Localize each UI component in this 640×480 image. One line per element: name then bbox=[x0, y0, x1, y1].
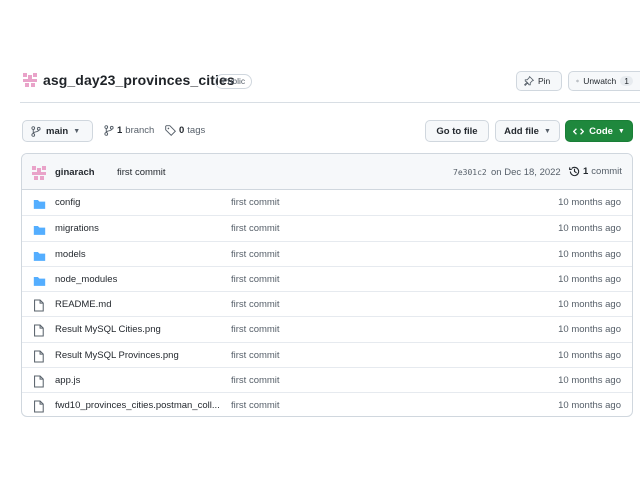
folder-icon bbox=[33, 274, 46, 286]
commit-date: on Dec 18, 2022 bbox=[491, 167, 561, 178]
file-name-link[interactable]: fwd10_provinces_cities.postman_coll... bbox=[55, 400, 220, 411]
go-to-file-label: Go to file bbox=[436, 125, 478, 137]
commit-history-link[interactable]: 1 commit bbox=[569, 166, 622, 177]
file-commit-message-link[interactable]: first commit bbox=[231, 400, 280, 411]
file-commit-message-link[interactable]: first commit bbox=[231, 223, 280, 234]
file-name-link[interactable]: app.js bbox=[55, 375, 80, 386]
file-row[interactable]: models first commit 10 months ago bbox=[22, 240, 632, 266]
file-updated-time: 10 months ago bbox=[558, 349, 621, 361]
commit-count: 1 bbox=[583, 166, 589, 177]
tag-count-label: tags bbox=[187, 125, 206, 136]
file-row[interactable]: fwd10_provinces_cities.postman_coll... fi… bbox=[22, 392, 632, 416]
folder-icon bbox=[33, 197, 46, 209]
branch-count-label: branch bbox=[125, 125, 155, 136]
watch-count: 1 bbox=[620, 76, 633, 86]
file-commit-message-link[interactable]: first commit bbox=[231, 324, 280, 335]
branch-count: 1 bbox=[117, 125, 123, 136]
file-name-link[interactable]: config bbox=[55, 197, 80, 208]
eye-icon bbox=[576, 79, 580, 83]
file-icon bbox=[33, 324, 46, 337]
unwatch-button[interactable]: Unwatch 1 bbox=[568, 71, 640, 91]
git-branch-icon bbox=[31, 125, 41, 137]
commit-message[interactable]: first commit bbox=[117, 167, 166, 178]
branch-select-button[interactable]: main ▼ bbox=[22, 120, 93, 142]
chevron-down-icon: ▼ bbox=[617, 127, 625, 135]
commit-count-label: commit bbox=[591, 166, 622, 177]
file-list: config first commit 10 months ago migration… bbox=[22, 190, 632, 416]
header-divider bbox=[20, 102, 640, 103]
file-icon bbox=[33, 350, 46, 363]
tag-count: 0 bbox=[179, 125, 185, 136]
file-updated-time: 10 months ago bbox=[558, 223, 621, 235]
file-commit-message-link[interactable]: first commit bbox=[231, 249, 280, 260]
commit-author-avatar[interactable] bbox=[31, 165, 47, 181]
file-icon bbox=[33, 375, 46, 388]
file-updated-time: 10 months ago bbox=[558, 273, 621, 285]
branch-name: main bbox=[46, 125, 69, 137]
file-row[interactable]: README.md first commit 10 months ago bbox=[22, 291, 632, 316]
tag-icon bbox=[165, 125, 176, 136]
file-commit-message-link[interactable]: first commit bbox=[231, 375, 280, 386]
tags-link[interactable]: 0 tags bbox=[165, 125, 205, 136]
file-name-link[interactable]: node_modules bbox=[55, 274, 117, 285]
file-name-link[interactable]: models bbox=[55, 249, 86, 260]
pin-icon bbox=[524, 76, 534, 86]
repo-owner-avatar[interactable] bbox=[22, 72, 38, 88]
file-row[interactable]: Result MySQL Cities.png first commit 10 mo… bbox=[22, 316, 632, 341]
file-commit-message-link[interactable]: first commit bbox=[231, 350, 280, 361]
file-row[interactable]: Result MySQL Provinces.png first commit 10… bbox=[22, 341, 632, 367]
folder-icon bbox=[33, 223, 46, 236]
file-commit-message-link[interactable]: first commit bbox=[231, 197, 280, 208]
git-branch-icon bbox=[104, 125, 114, 136]
file-updated-time: 10 months ago bbox=[558, 375, 621, 387]
file-icon bbox=[33, 299, 46, 312]
file-commit-message-link[interactable]: first commit bbox=[231, 274, 280, 285]
chevron-down-icon: ▼ bbox=[543, 127, 551, 135]
file-commit-message-link[interactable]: first commit bbox=[231, 299, 280, 310]
file-updated-time: 10 months ago bbox=[558, 299, 621, 311]
repo-name[interactable]: asg_day23_provinces_cities bbox=[43, 72, 235, 88]
file-updated-time: 10 months ago bbox=[558, 248, 621, 260]
file-name-link[interactable]: Result MySQL Provinces.png bbox=[55, 350, 179, 361]
history-icon bbox=[569, 166, 580, 177]
visibility-badge: Public bbox=[215, 74, 253, 89]
unwatch-label: Unwatch bbox=[583, 76, 617, 86]
file-name-link[interactable]: migrations bbox=[55, 223, 99, 234]
file-row[interactable]: config first commit 10 months ago bbox=[22, 190, 632, 215]
commit-author[interactable]: ginarach bbox=[55, 167, 95, 178]
go-to-file-button[interactable]: Go to file bbox=[425, 120, 489, 142]
chevron-down-icon: ▼ bbox=[73, 127, 81, 135]
folder-icon bbox=[33, 249, 46, 261]
pin-label: Pin bbox=[538, 76, 551, 86]
file-updated-time: 10 months ago bbox=[558, 400, 621, 412]
code-button[interactable]: Code ▼ bbox=[565, 120, 633, 142]
file-row[interactable]: migrations first commit 10 months ago bbox=[22, 215, 632, 240]
add-file-label: Add file bbox=[504, 125, 539, 137]
code-icon bbox=[573, 127, 585, 135]
file-updated-time: 10 months ago bbox=[558, 197, 621, 208]
commit-sha[interactable]: 7e301c2 bbox=[453, 168, 487, 177]
branches-link[interactable]: 1 branch bbox=[104, 125, 154, 136]
file-name-link[interactable]: README.md bbox=[55, 299, 111, 310]
file-updated-time: 10 months ago bbox=[558, 324, 621, 336]
pin-button[interactable]: Pin bbox=[516, 71, 562, 91]
file-browser: ginarach first commit 7e301c2 on Dec 18,… bbox=[21, 153, 633, 417]
add-file-button[interactable]: Add file ▼ bbox=[495, 120, 560, 142]
file-row[interactable]: app.js first commit 10 months ago bbox=[22, 367, 632, 392]
file-name-link[interactable]: Result MySQL Cities.png bbox=[55, 324, 161, 335]
latest-commit-bar: ginarach first commit 7e301c2 on Dec 18,… bbox=[22, 154, 632, 190]
file-row[interactable]: node_modules first commit 10 months ago bbox=[22, 265, 632, 291]
code-label: Code bbox=[589, 125, 613, 137]
file-icon bbox=[33, 400, 46, 413]
